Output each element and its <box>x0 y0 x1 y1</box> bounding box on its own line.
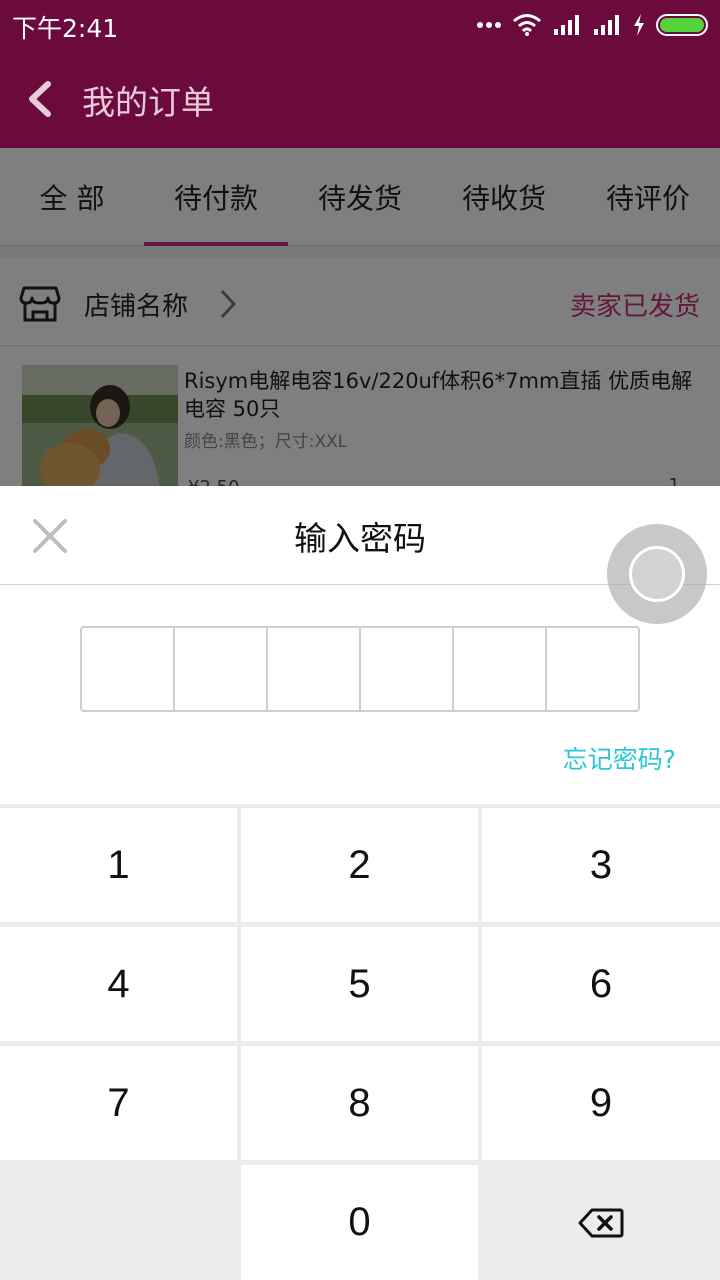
backspace-key[interactable] <box>482 1165 720 1280</box>
key-0[interactable]: 0 <box>241 1165 478 1280</box>
app-header: 我的订单 <box>0 50 720 148</box>
more-dots-icon <box>477 22 501 28</box>
key-5[interactable]: 5 <box>241 927 478 1041</box>
status-time: 下午2:41 <box>12 14 119 43</box>
pin-input[interactable] <box>80 626 640 712</box>
key-6[interactable]: 6 <box>482 927 720 1041</box>
key-8[interactable]: 8 <box>241 1046 478 1160</box>
key-2[interactable]: 2 <box>241 808 478 922</box>
charging-bolt-icon <box>634 14 644 36</box>
key-4[interactable]: 4 <box>0 927 237 1041</box>
floating-assistive-button[interactable] <box>607 524 707 624</box>
password-dialog: 输入密码 忘记密码? <box>0 486 720 804</box>
forgot-password-link[interactable]: 忘记密码? <box>563 740 676 776</box>
battery-level <box>660 18 704 32</box>
pin-cell <box>547 628 638 710</box>
numeric-keypad: 1 2 3 4 5 6 7 8 9 0 <box>0 804 720 1280</box>
back-button[interactable] <box>20 76 64 122</box>
page-title: 我的订单 <box>82 83 214 122</box>
signal-icon <box>594 15 619 35</box>
key-3[interactable]: 3 <box>482 808 720 922</box>
pin-cell <box>82 628 175 710</box>
battery-icon <box>656 14 708 36</box>
key-7[interactable]: 7 <box>0 1046 237 1160</box>
pin-cell <box>361 628 454 710</box>
key-blank <box>0 1165 237 1280</box>
status-bar: 下午2:41 <box>0 0 720 50</box>
backspace-icon <box>578 1208 624 1237</box>
status-icons <box>476 12 708 38</box>
key-9[interactable]: 9 <box>482 1046 720 1160</box>
wifi-icon <box>513 14 541 36</box>
key-1[interactable]: 1 <box>0 808 237 922</box>
pin-cell <box>268 628 361 710</box>
circle-icon <box>629 546 685 602</box>
chevron-left-icon <box>29 81 51 117</box>
modal-backdrop[interactable] <box>0 148 720 488</box>
pin-cell <box>454 628 547 710</box>
signal-icon <box>554 15 579 35</box>
pin-cell <box>175 628 268 710</box>
